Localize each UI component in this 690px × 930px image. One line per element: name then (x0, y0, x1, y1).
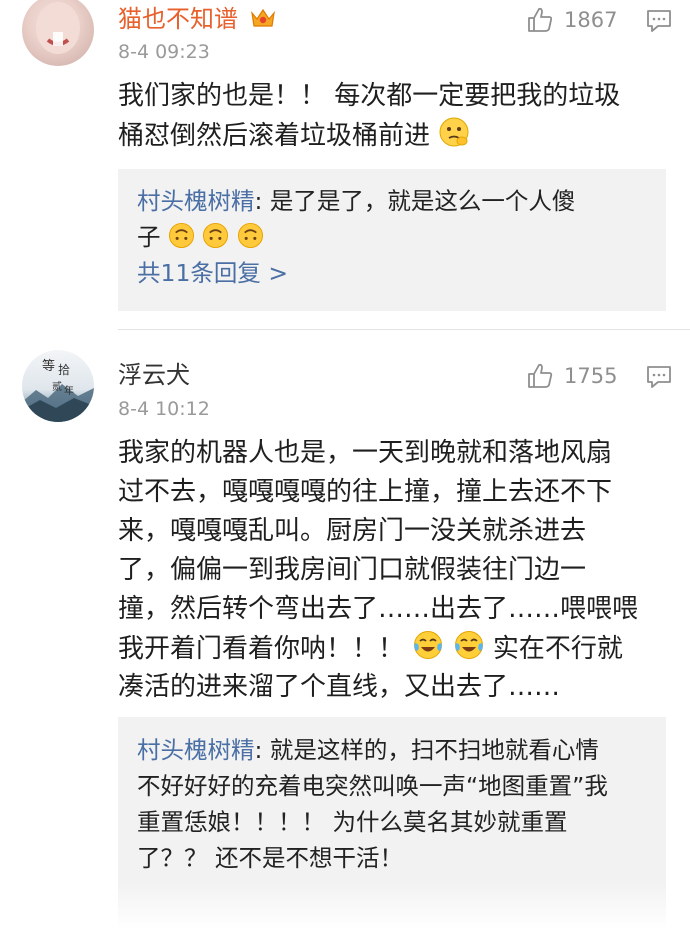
upside-down-face-emoji (237, 222, 264, 259)
comment-line: 撞，然后转个弯出去了……出去了……喂喂喂 (118, 594, 639, 624)
comment-time: 8-4 10:12 (118, 398, 210, 420)
comment-item: 等 拾 贰 年 浮云犬 8-4 10:12 1755 我家的机器人也是，一天到晚… (0, 330, 690, 930)
comment-item: 猫也不知谱 8-4 09:23 1867 我们家的也是！！ 每次都一定要把我的垃… (0, 0, 690, 330)
comment-line-text: 桶怼倒然后滚着垃圾桶前进 (118, 121, 431, 151)
upside-down-face-emoji (168, 222, 195, 259)
avatar-image: 等 拾 贰 年 (22, 358, 94, 422)
reply-line: 村头槐树精: 是了是了，就是这么一个人傻 (137, 183, 657, 219)
reply-separator: : (254, 736, 270, 764)
reply-icon[interactable] (646, 365, 672, 393)
avatar-calligraphy: 年 (64, 384, 74, 397)
like-count: 1755 (564, 364, 618, 388)
like-button[interactable]: 1755 (526, 362, 617, 390)
reply-text: 就是这样的，扫不扫地就看心情 (269, 736, 599, 764)
reply-line: 了？？ 还不是不想干活！ (137, 844, 403, 872)
comment-line: 我们家的也是！！ 每次都一定要把我的垃圾 (118, 81, 621, 111)
reply-line: 村头槐树精: 就是这样的，扫不扫地就看心情 (137, 732, 657, 768)
comment-line: 我家的机器人也是，一天到晚就和落地风扇 (118, 438, 613, 468)
tears-of-joy-emoji (453, 629, 485, 673)
tears-of-joy-emoji (412, 629, 444, 673)
avatar[interactable] (22, 0, 94, 66)
reply-author-link[interactable]: 村头槐树精 (137, 736, 255, 764)
comment-line: 来，嘎嘎嘎乱叫。厨房门一没关就杀进去 (118, 516, 587, 546)
avatar-calligraphy: 贰 (52, 380, 62, 393)
thinking-face-emoji (438, 116, 470, 160)
thumbs-up-icon (528, 7, 553, 32)
comment-line-text: 实在不行就 (492, 634, 623, 664)
like-button[interactable]: 1867 (526, 6, 617, 34)
reply-line: 重置恁娘！！！！ 为什么莫名其妙就重置 (137, 808, 568, 836)
reply-author-link[interactable]: 村头槐树精 (137, 187, 255, 215)
avatar-calligraphy: 拾 (58, 362, 70, 377)
reply-icon[interactable] (646, 9, 672, 37)
avatar-calligraphy: 等 (42, 358, 55, 374)
username[interactable]: 浮云犬 (118, 360, 190, 390)
avatar-image (36, 2, 80, 54)
comment-body: 我家的机器人也是，一天到晚就和落地风扇 过不去，嘎嘎嘎嘎的往上撞，撞上去还不下 … (118, 434, 658, 707)
avatar[interactable]: 等 拾 贰 年 (22, 350, 94, 422)
like-count: 1867 (564, 8, 618, 32)
upside-down-face-emoji (202, 222, 229, 259)
comment-line: 我开着门看着你呐！！！ 实在不行就 (118, 629, 658, 668)
reply-line: 子 (137, 219, 657, 255)
reply-line: 不好好好的充着电突然叫唤一声“地图重置”我 (137, 772, 608, 800)
comment-line: 了，偏偏一到我房间门口就假装往门边一 (118, 555, 587, 585)
reply-preview-text: 村头槐树精: 就是这样的，扫不扫地就看心情 不好好好的充着电突然叫唤一声“地图重… (137, 732, 657, 876)
comment-line: 桶怼倒然后滚着垃圾桶前进 (118, 116, 658, 155)
comment-line: 凑活的进来溜了个直线，又出去了…… (118, 672, 561, 702)
view-more-replies-link[interactable]: 共11条回复 > (137, 255, 657, 291)
reply-text: 是了是了，就是这么一个人傻 (269, 187, 576, 215)
comment-line-text: 我开着门看着你呐！！！ (118, 634, 405, 664)
reply-text: 子 (137, 223, 161, 251)
username[interactable]: 猫也不知谱 (118, 4, 276, 36)
reply-separator: : (254, 187, 270, 215)
crown-icon (250, 6, 276, 36)
comment-time: 8-4 09:23 (118, 41, 210, 63)
username-text[interactable]: 猫也不知谱 (118, 5, 238, 33)
comment-line: 过不去，嘎嘎嘎嘎的往上撞，撞上去还不下 (118, 477, 613, 507)
reply-preview-text: 村头槐树精: 是了是了，就是这么一个人傻 子 共11条回复 > (137, 183, 657, 291)
comment-body: 我们家的也是！！ 每次都一定要把我的垃圾 桶怼倒然后滚着垃圾桶前进 (118, 77, 658, 155)
thumbs-up-icon (528, 363, 553, 388)
